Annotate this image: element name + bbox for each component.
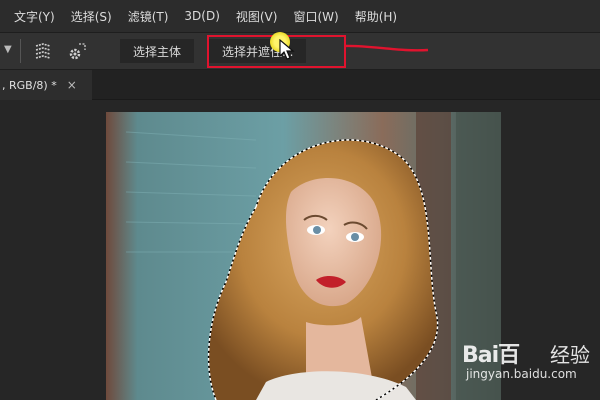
menu-item-filter[interactable]: 滤镜(T) — [120, 8, 177, 25]
subtract-icon[interactable] — [32, 41, 54, 67]
baidu-watermark: Bai百 经验 jingyan.baidu.com — [462, 337, 594, 389]
chevron-down-icon[interactable]: ▼ — [4, 44, 12, 55]
gear-icon[interactable] — [66, 41, 88, 67]
menu-item-select[interactable]: 选择(S) — [63, 8, 120, 25]
menu-item-type[interactable]: 文字(Y) — [0, 8, 63, 25]
watermark-url: jingyan.baidu.com — [466, 367, 577, 381]
document-tab[interactable]: , RGB/8) * × — [0, 70, 92, 100]
portrait-photo[interactable] — [106, 112, 501, 400]
separator — [20, 39, 21, 63]
menu-item-3d[interactable]: 3D(D) — [176, 9, 227, 23]
annotation-arrow — [343, 44, 429, 52]
menu-item-window[interactable]: 窗口(W) — [285, 8, 346, 25]
close-icon[interactable]: × — [67, 78, 77, 92]
document-tab-bar: , RGB/8) * × — [0, 70, 600, 100]
mouse-cursor-icon — [279, 39, 295, 60]
document-tab-label: , RGB/8) * — [2, 78, 57, 92]
select-subject-button[interactable]: 选择主体 — [120, 39, 195, 63]
menu-item-help[interactable]: 帮助(H) — [347, 8, 405, 25]
menu-bar: 文字(Y) 选择(S) 滤镜(T) 3D(D) 视图(V) 窗口(W) 帮助(H… — [0, 0, 600, 32]
menu-item-view[interactable]: 视图(V) — [228, 8, 286, 25]
watermark-logo: Bai百 — [462, 343, 520, 368]
watermark-subtitle: 经验 — [550, 343, 590, 367]
